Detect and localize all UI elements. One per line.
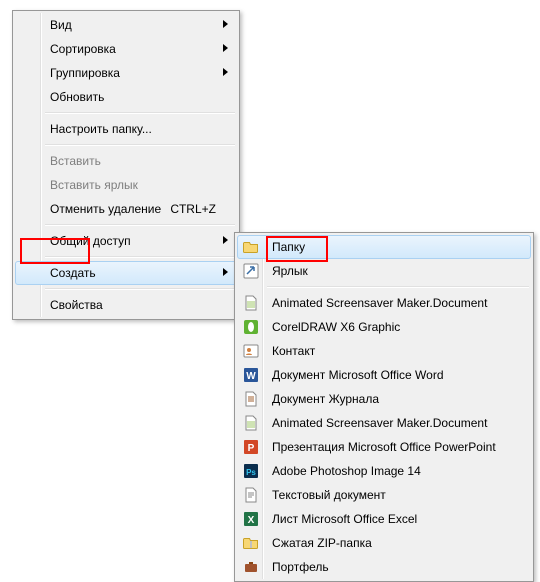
- submenu-arrow-icon: [223, 236, 228, 244]
- svg-text:X: X: [248, 515, 255, 526]
- menu-item-paste-shortcut: Вставить ярлык: [15, 173, 237, 197]
- menu-item-label: Группировка: [50, 66, 120, 80]
- svg-text:Ps: Ps: [246, 468, 256, 477]
- submenu-item-journal[interactable]: Документ Журнала: [237, 387, 531, 411]
- submenu-item-contact[interactable]: Контакт: [237, 339, 531, 363]
- menu-separator: [45, 256, 235, 258]
- svg-text:W: W: [246, 371, 256, 382]
- menu-item-view[interactable]: Вид: [15, 13, 237, 37]
- menu-item-sort[interactable]: Сортировка: [15, 37, 237, 61]
- zip-folder-icon: [243, 535, 259, 551]
- menu-item-label: Animated Screensaver Maker.Document: [272, 296, 487, 310]
- menu-item-label: Отменить удаление: [50, 202, 161, 216]
- menu-item-group[interactable]: Группировка: [15, 61, 237, 85]
- submenu-item-excel[interactable]: X Лист Microsoft Office Excel: [237, 507, 531, 531]
- menu-item-shortcut: CTRL+Z: [170, 198, 216, 220]
- menu-separator: [45, 112, 235, 114]
- menu-item-label: Настроить папку...: [50, 122, 152, 136]
- contact-icon: [243, 343, 259, 359]
- excel-icon: X: [243, 511, 259, 527]
- menu-item-label: CorelDRAW X6 Graphic: [272, 320, 400, 334]
- context-menu-create-submenu: Папку Ярлык Animated Screensaver Maker.D…: [234, 232, 534, 582]
- journal-icon: [243, 391, 259, 407]
- menu-item-label: Лист Microsoft Office Excel: [272, 512, 417, 526]
- submenu-arrow-icon: [223, 68, 228, 76]
- word-icon: W: [243, 367, 259, 383]
- submenu-arrow-icon: [223, 20, 228, 28]
- photoshop-icon: Ps: [243, 463, 259, 479]
- submenu-item-word[interactable]: W Документ Microsoft Office Word: [237, 363, 531, 387]
- menu-item-label: Adobe Photoshop Image 14: [272, 464, 421, 478]
- menu-item-create[interactable]: Создать: [15, 261, 237, 285]
- menu-item-label: Презентация Microsoft Office PowerPoint: [272, 440, 496, 454]
- menu-item-label: Свойства: [50, 298, 103, 312]
- folder-icon: [243, 239, 259, 255]
- menu-item-label: Документ Журнала: [272, 392, 379, 406]
- submenu-item-folder[interactable]: Папку: [237, 235, 531, 259]
- svg-text:P: P: [248, 443, 255, 454]
- text-file-icon: [243, 487, 259, 503]
- menu-separator: [45, 144, 235, 146]
- menu-separator: [267, 286, 529, 288]
- menu-item-label: Сжатая ZIP-папка: [272, 536, 372, 550]
- menu-item-label: Контакт: [272, 344, 315, 358]
- menu-item-label: Animated Screensaver Maker.Document: [272, 416, 487, 430]
- submenu-item-asm-document-2[interactable]: Animated Screensaver Maker.Document: [237, 411, 531, 435]
- menu-separator: [45, 288, 235, 290]
- menu-item-label: Обновить: [50, 90, 104, 104]
- menu-item-refresh[interactable]: Обновить: [15, 85, 237, 109]
- menu-item-label: Ярлык: [272, 264, 308, 278]
- menu-item-undo-delete[interactable]: Отменить удаление CTRL+Z: [15, 197, 237, 221]
- document-icon: [243, 295, 259, 311]
- menu-item-label: Папку: [272, 240, 305, 254]
- submenu-item-powerpoint[interactable]: P Презентация Microsoft Office PowerPoin…: [237, 435, 531, 459]
- menu-item-label: Вставить: [50, 154, 101, 168]
- menu-item-customize-folder[interactable]: Настроить папку...: [15, 117, 237, 141]
- submenu-item-asm-document[interactable]: Animated Screensaver Maker.Document: [237, 291, 531, 315]
- menu-item-properties[interactable]: Свойства: [15, 293, 237, 317]
- menu-item-paste: Вставить: [15, 149, 237, 173]
- submenu-item-shortcut[interactable]: Ярлык: [237, 259, 531, 283]
- menu-item-label: Вид: [50, 18, 72, 32]
- coreldraw-icon: [243, 319, 259, 335]
- menu-item-label: Портфель: [272, 560, 329, 574]
- submenu-arrow-icon: [223, 268, 228, 276]
- menu-item-label: Документ Microsoft Office Word: [272, 368, 444, 382]
- menu-item-label: Общий доступ: [50, 234, 131, 248]
- menu-separator: [45, 224, 235, 226]
- submenu-item-text[interactable]: Текстовый документ: [237, 483, 531, 507]
- document-icon: [243, 415, 259, 431]
- submenu-item-coreldraw[interactable]: CorelDRAW X6 Graphic: [237, 315, 531, 339]
- powerpoint-icon: P: [243, 439, 259, 455]
- submenu-arrow-icon: [223, 44, 228, 52]
- menu-item-label: Текстовый документ: [272, 488, 386, 502]
- submenu-item-zip[interactable]: Сжатая ZIP-папка: [237, 531, 531, 555]
- menu-item-share[interactable]: Общий доступ: [15, 229, 237, 253]
- menu-item-label: Создать: [50, 266, 96, 280]
- submenu-item-briefcase[interactable]: Портфель: [237, 555, 531, 579]
- briefcase-icon: [243, 559, 259, 575]
- context-menu-main: Вид Сортировка Группировка Обновить Наст…: [12, 10, 240, 320]
- menu-item-label: Сортировка: [50, 42, 116, 56]
- shortcut-icon: [243, 263, 259, 279]
- submenu-item-photoshop[interactable]: Ps Adobe Photoshop Image 14: [237, 459, 531, 483]
- menu-item-label: Вставить ярлык: [50, 178, 138, 192]
